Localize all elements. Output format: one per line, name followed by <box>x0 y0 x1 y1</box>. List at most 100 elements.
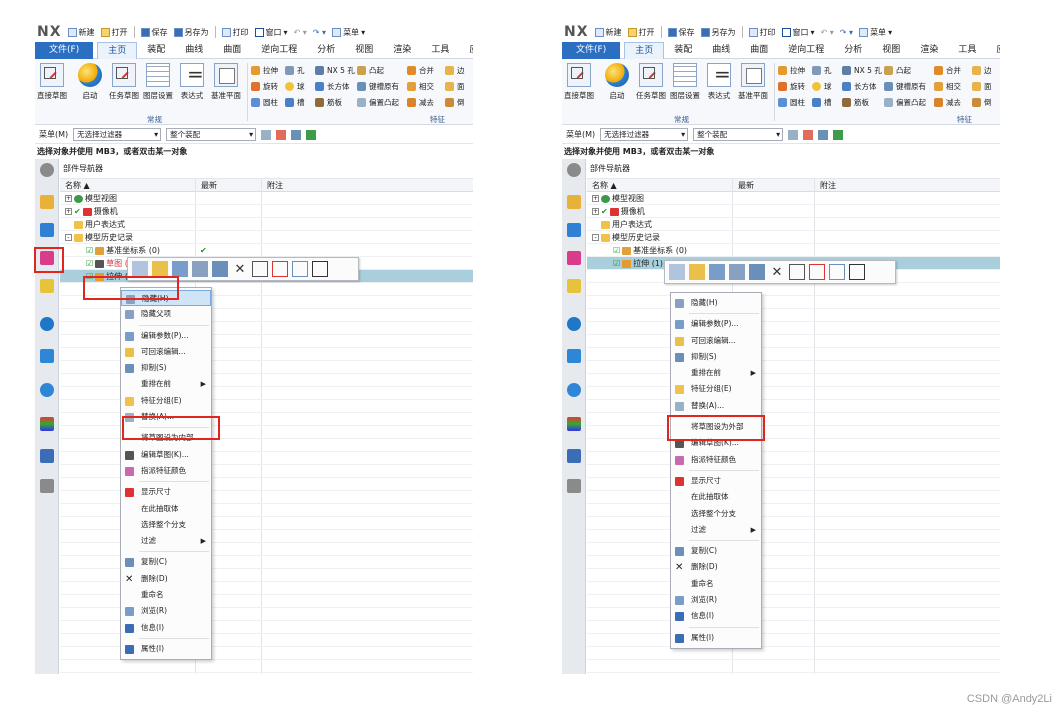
boss-button[interactable]: 凸起 <box>884 65 926 76</box>
intersect-button[interactable]: 相交 <box>407 81 434 92</box>
tab-file[interactable]: 文件(F) <box>562 41 621 59</box>
palette-icon[interactable] <box>567 417 581 431</box>
tree-row-datum-csys[interactable]: ☑ 基准坐标系 (0) <box>587 244 1000 257</box>
select-icon[interactable] <box>276 129 287 140</box>
menu-item[interactable]: 过滤 ▶ <box>121 533 211 549</box>
menu-item[interactable]: 抑制(S) <box>671 349 761 365</box>
save-button[interactable]: 保存 <box>140 27 168 38</box>
tab-view[interactable]: 视图 <box>872 42 910 59</box>
datum-plane-button[interactable]: 基准平面 <box>209 63 243 101</box>
tool-icon[interactable] <box>40 479 54 493</box>
save-button[interactable]: 保存 <box>667 27 695 38</box>
reuse-library-icon[interactable] <box>40 279 54 293</box>
tab-analysis[interactable]: 分析 <box>307 42 345 59</box>
menu-item[interactable]: 属性(I) <box>121 641 211 657</box>
tab-view[interactable]: 视图 <box>345 42 383 59</box>
tool-icon[interactable] <box>567 479 581 493</box>
menu-item[interactable]: 复制(C) <box>121 554 211 570</box>
expressions-button[interactable]: 表达式 <box>702 62 736 101</box>
assembly-navigator-icon[interactable] <box>567 195 581 209</box>
task-sketch-button[interactable]: 任务草图 <box>107 63 141 101</box>
nx5-hole-button[interactable]: NX 5 孔 <box>315 65 355 76</box>
menu-item[interactable]: 选择整个分支 <box>671 506 761 522</box>
scope-select[interactable]: 整个装配 <box>166 128 257 141</box>
sketch-icon[interactable] <box>789 264 805 280</box>
redo-button[interactable]: ↷ ▾ <box>840 28 853 37</box>
menu-item[interactable]: 可回滚编辑... <box>671 333 761 349</box>
keyway-button[interactable]: 键槽原有 <box>884 81 926 92</box>
info-icon[interactable] <box>292 261 308 277</box>
layer-settings-button[interactable]: 图层设置 <box>141 63 175 101</box>
rib-button[interactable]: 筋板 <box>842 97 882 108</box>
offset-emboss-button[interactable]: 偏置凸起 <box>357 97 399 108</box>
launch-button[interactable]: 启动 <box>73 63 107 101</box>
role-icon[interactable] <box>40 449 54 463</box>
part-navigator-icon[interactable] <box>567 251 581 265</box>
menu-item[interactable]: 重排在前 ▶ <box>671 365 761 381</box>
menu-item[interactable]: 重排在前 ▶ <box>121 376 211 392</box>
filter-icon[interactable] <box>291 129 302 140</box>
tab-analysis[interactable]: 分析 <box>834 42 872 59</box>
scope-select[interactable]: 整个装配 <box>693 128 784 141</box>
menu-item[interactable]: 编辑草图(K)... <box>121 447 211 463</box>
subtract-button[interactable]: 减去 <box>407 97 434 108</box>
menu-button[interactable]: 菜单 ▾ <box>859 27 892 38</box>
block-button[interactable]: 长方体 <box>842 81 882 92</box>
tree-row-camera[interactable]: + ✔ 摄像机 <box>60 205 473 218</box>
menu-item[interactable]: 可回滚编辑... <box>121 344 211 360</box>
filter-icon[interactable] <box>818 129 829 140</box>
settings-gear-icon[interactable] <box>567 163 581 177</box>
menu-dropdown[interactable]: 菜单(M) <box>566 129 595 140</box>
sphere-button[interactable]: 球 <box>812 81 832 92</box>
edit-parameters-icon[interactable] <box>132 261 148 277</box>
tree-row-datum-csys[interactable]: ☑ 基准坐标系 (0) ✔ <box>60 244 473 257</box>
tree-row-user-expressions[interactable]: 用户表达式 <box>60 218 473 231</box>
window-button[interactable]: 窗口 ▾ <box>781 27 815 38</box>
hole-button[interactable]: 孔 <box>812 65 832 76</box>
slot-button[interactable]: 槽 <box>812 97 832 108</box>
direct-sketch-button[interactable]: 直接草图 <box>35 63 69 101</box>
settings-gear-icon[interactable] <box>40 163 54 177</box>
launch-button[interactable]: 启动 <box>600 63 634 101</box>
column-notes[interactable]: 附注 <box>815 179 1000 191</box>
open-button[interactable]: 打开 <box>627 27 655 38</box>
history-icon[interactable] <box>40 349 54 363</box>
subtract-button[interactable]: 减去 <box>934 97 961 108</box>
task-sketch-button[interactable]: 任务草图 <box>634 63 668 101</box>
save-as-button[interactable]: 另存为 <box>700 27 736 38</box>
menu-item[interactable]: 特征分组(E) <box>671 381 761 397</box>
select-branch-icon[interactable] <box>312 261 328 277</box>
menu-item[interactable]: 指派特征颜色 <box>121 463 211 479</box>
menu-item[interactable]: 指派特征颜色 <box>671 452 761 468</box>
menu-item[interactable]: 信息(I) <box>671 608 761 624</box>
show-dimensions-icon[interactable] <box>272 261 288 277</box>
layer-settings-button[interactable]: 图层设置 <box>668 63 702 101</box>
web-browser-icon[interactable] <box>40 317 54 331</box>
select-icon[interactable] <box>803 129 814 140</box>
sphere-button[interactable]: 球 <box>285 81 305 92</box>
menu-button[interactable]: 菜单 ▾ <box>332 27 365 38</box>
suppress-icon[interactable] <box>172 261 188 277</box>
menu-item[interactable]: 显示尺寸 <box>671 473 761 489</box>
print-button[interactable]: 打印 <box>748 27 776 38</box>
menu-item[interactable]: 重命名 <box>671 576 761 592</box>
tab-file[interactable]: 文件(F) <box>35 41 94 59</box>
suppress-icon[interactable] <box>709 264 725 280</box>
intersect-button[interactable]: 相交 <box>934 81 961 92</box>
menu-item[interactable]: 隐藏父项 <box>121 306 211 322</box>
role-icon[interactable] <box>567 449 581 463</box>
type-filter-select[interactable]: 无选择过滤器 <box>600 128 689 141</box>
view-icon[interactable] <box>833 129 844 140</box>
menu-item[interactable]: 显示尺寸 <box>121 484 211 500</box>
save-as-button[interactable]: 另存为 <box>173 27 209 38</box>
menu-dropdown[interactable]: 菜单(M) <box>39 129 68 140</box>
datum-plane-button[interactable]: 基准平面 <box>736 63 770 101</box>
chamfer-button[interactable]: 倒 <box>972 97 992 108</box>
cylinder-button[interactable]: 圆柱 <box>778 97 805 108</box>
tab-curve[interactable]: 曲线 <box>175 42 213 59</box>
show-icon[interactable] <box>212 261 228 277</box>
offset-emboss-button[interactable]: 偏置凸起 <box>884 97 926 108</box>
menu-item[interactable]: 在此抽取体 <box>121 501 211 517</box>
column-latest[interactable]: 最新 <box>196 179 262 191</box>
menu-item[interactable]: 浏览(R) <box>121 603 211 619</box>
